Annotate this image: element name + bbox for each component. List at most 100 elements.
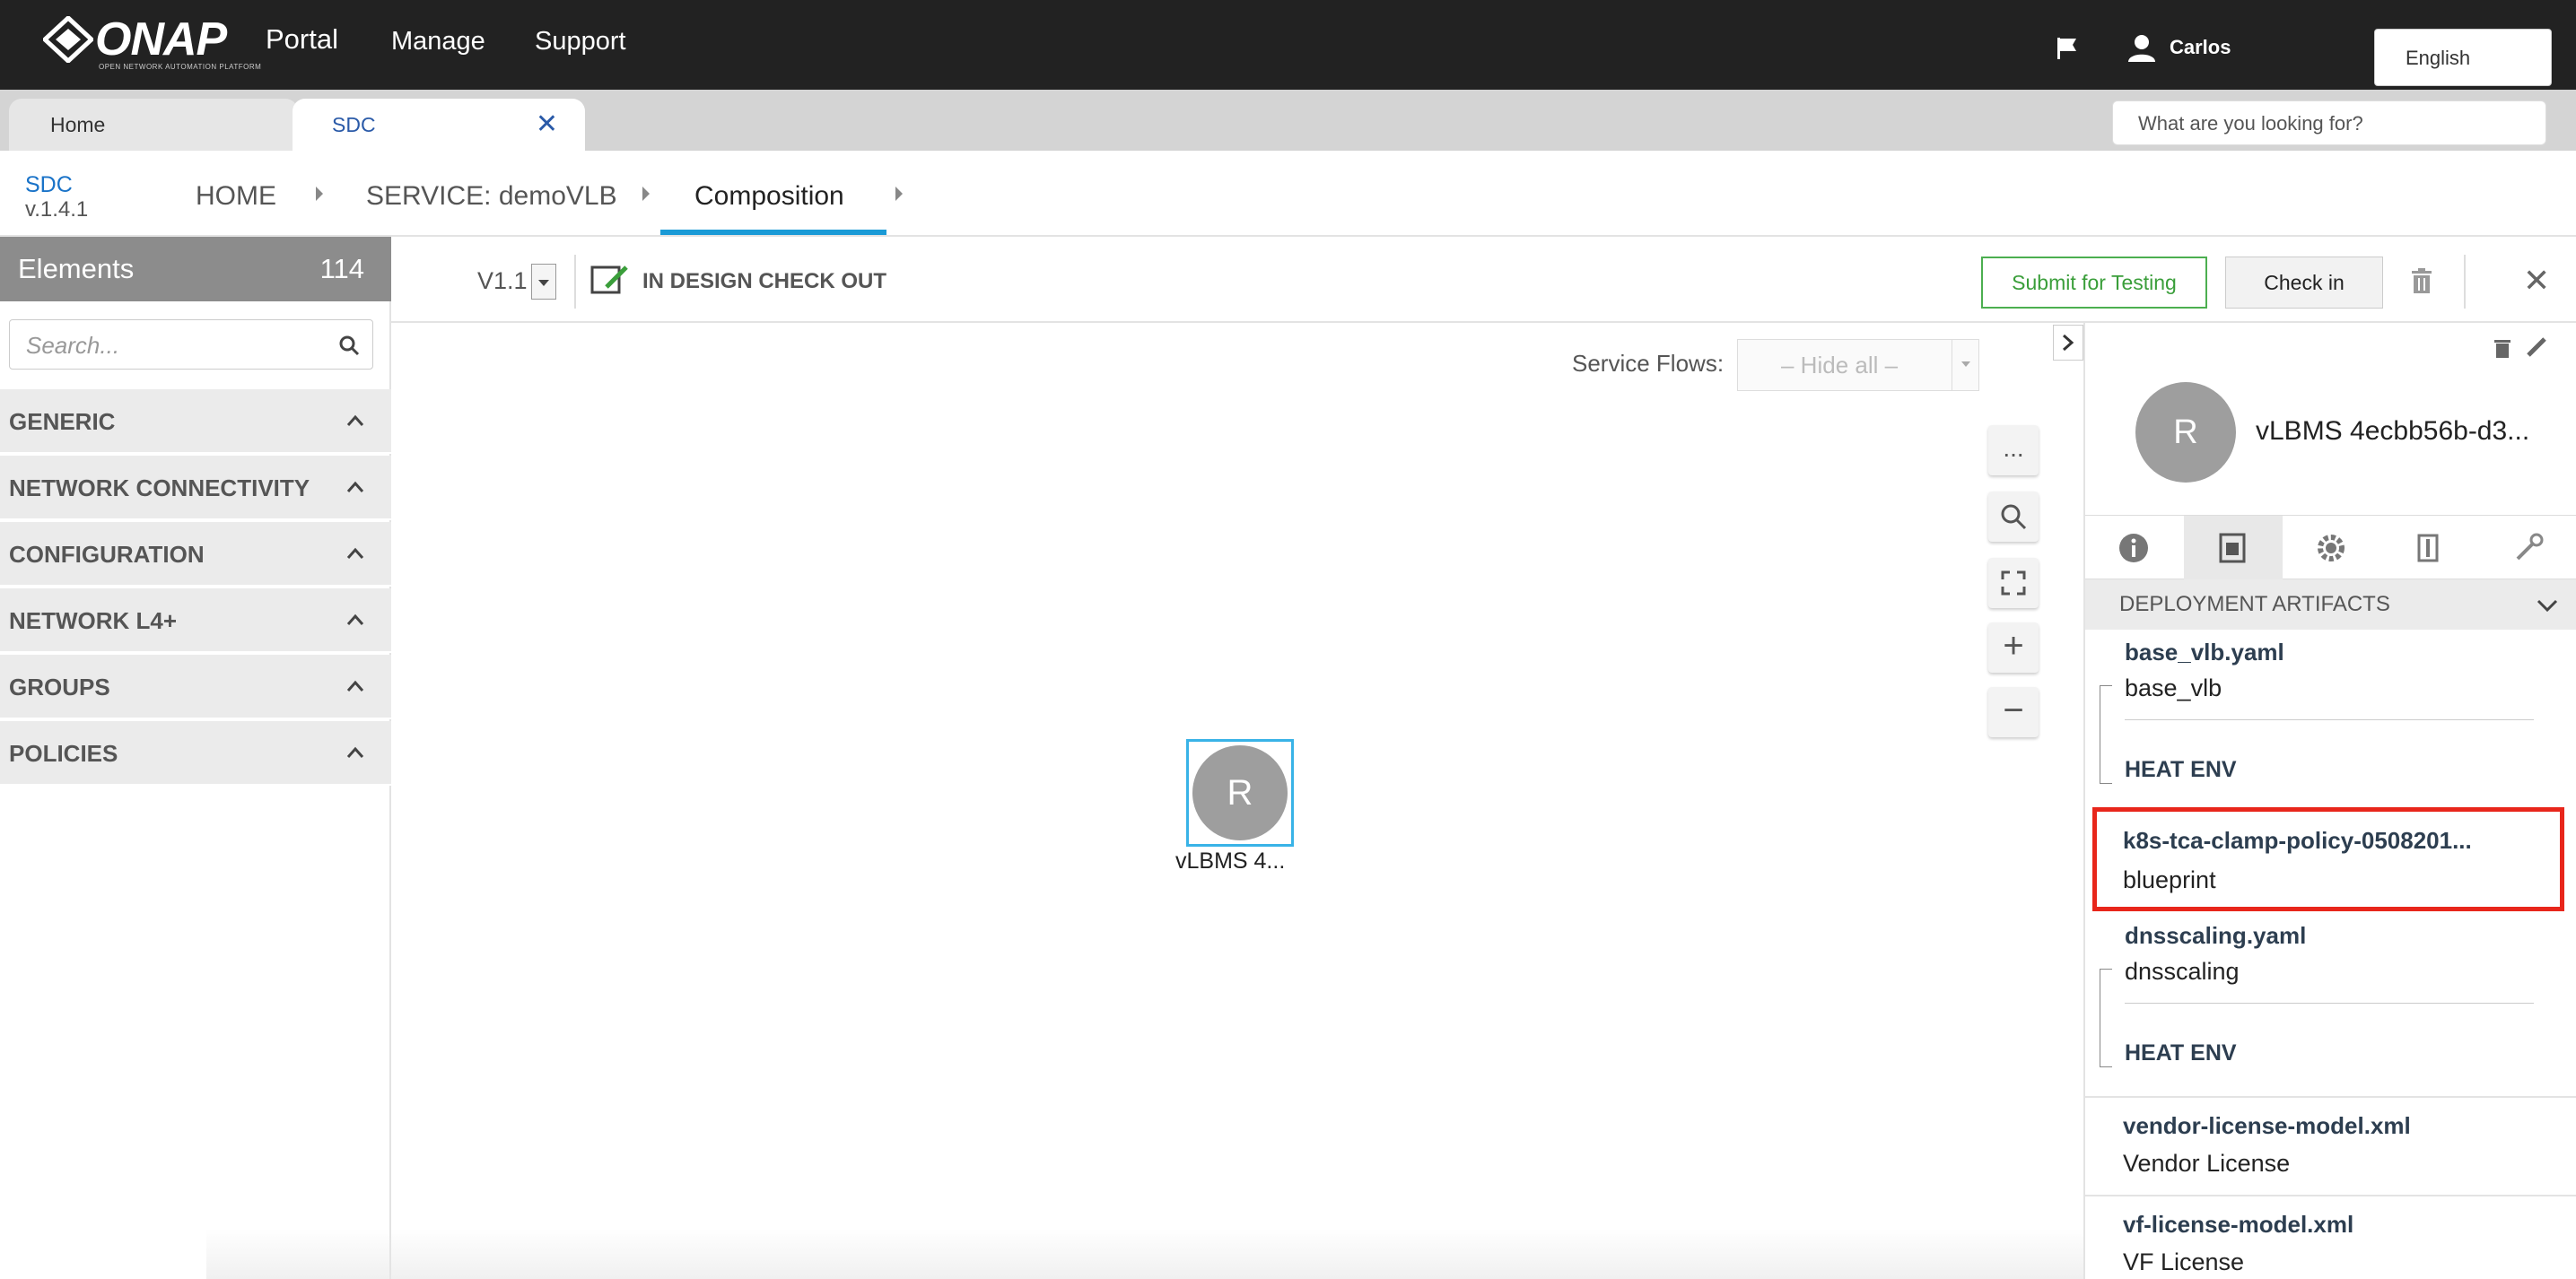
category-groups[interactable]: GROUPS: [0, 655, 391, 719]
chevron-up-icon: [346, 547, 364, 559]
artifact-bracket: [2100, 969, 2112, 1067]
heat-env-link[interactable]: HEAT ENV: [2125, 757, 2237, 783]
category-label: NETWORK CONNECTIVITY: [9, 474, 310, 501]
fit-to-screen-button[interactable]: [1988, 558, 2039, 608]
tab-home[interactable]: Home: [9, 99, 298, 151]
chevron-right-icon: [2063, 334, 2074, 352]
divider: [2125, 1003, 2534, 1004]
tab-artifacts[interactable]: [2184, 516, 2283, 580]
close-icon[interactable]: ✕: [536, 99, 558, 151]
category-configuration[interactable]: CONFIGURATION: [0, 522, 391, 587]
component-node-icon: R: [1192, 745, 1288, 840]
elements-search-placeholder: Search...: [26, 332, 120, 359]
elements-search-input[interactable]: Search...: [9, 319, 373, 370]
category-policies[interactable]: POLICIES: [0, 721, 391, 786]
trash-icon[interactable]: [2410, 267, 2433, 294]
chevron-right-icon: [316, 187, 323, 201]
category-label: POLICIES: [9, 740, 118, 767]
version-label: V1.1: [477, 267, 528, 294]
onap-logo-icon: [43, 16, 93, 63]
logo-text: ONAP: [95, 13, 227, 65]
global-search-input[interactable]: What are you looking for?: [2112, 100, 2546, 145]
category-network-connectivity[interactable]: NETWORK CONNECTIVITY: [0, 456, 391, 520]
divider: [2464, 255, 2466, 309]
category-label: GENERIC: [9, 408, 116, 435]
expand-icon: [2001, 570, 2026, 596]
logo-subtitle: OPEN NETWORK AUTOMATION PLATFORM: [99, 63, 262, 71]
elements-title: Elements: [18, 253, 135, 284]
user-menu[interactable]: Carlos: [2126, 32, 2231, 63]
breadcrumb-home[interactable]: HOME: [196, 181, 276, 212]
zoom-out-button[interactable]: −: [1988, 687, 2039, 737]
category-network-l4[interactable]: NETWORK L4+: [0, 588, 391, 653]
breadcrumb: SDC v.1.4.1 HOME SERVICE: demoVLB Compos…: [0, 151, 2576, 237]
artifact-type: VF License: [2123, 1249, 2245, 1275]
composition-canvas[interactable]: Service Flows: – Hide all – ... + − R vL…: [391, 323, 2083, 1279]
app-version: v.1.4.1: [25, 197, 89, 222]
divider: [2085, 1096, 2576, 1098]
tab-properties[interactable]: [2283, 516, 2381, 580]
trash-icon[interactable]: [2493, 337, 2512, 359]
elements-header: Elements 114: [0, 237, 391, 301]
breadcrumb-composition[interactable]: Composition: [694, 181, 844, 212]
category-label: GROUPS: [9, 674, 110, 700]
more-options-button[interactable]: ...: [1988, 425, 2039, 475]
active-crumb-underline: [660, 230, 886, 235]
chevron-up-icon: [346, 481, 364, 492]
collapse-panel-button[interactable]: [2053, 325, 2083, 361]
zoom-in-button[interactable]: +: [1988, 622, 2039, 673]
composition-toolbar: V1.1 IN DESIGN CHECK OUT Submit for Test…: [391, 237, 2576, 323]
service-flows-label: Service Flows:: [1572, 350, 1725, 377]
nav-manage[interactable]: Manage: [391, 27, 485, 57]
tab-relations[interactable]: [2480, 516, 2576, 580]
caret-down-icon: [1952, 340, 1978, 390]
panel-tabs: [2085, 515, 2576, 580]
divider: [2085, 1195, 2576, 1196]
artifact-name[interactable]: base_vlb.yaml: [2125, 639, 2284, 666]
tab-home-label: Home: [50, 113, 106, 136]
chevron-up-icon: [346, 746, 364, 758]
wrench-icon: [2516, 533, 2544, 561]
onap-logo[interactable]: ONAP OPEN NETWORK AUTOMATION PLATFORM: [43, 13, 261, 71]
chevron-up-icon: [346, 613, 364, 625]
pencil-icon[interactable]: [2525, 335, 2548, 359]
divider: [2125, 719, 2534, 720]
zoom-search-button[interactable]: [1988, 492, 2039, 542]
nav-support[interactable]: Support: [535, 27, 626, 57]
artifact-type: Vendor License: [2123, 1150, 2291, 1177]
chevron-right-icon: [895, 187, 903, 201]
artifact-name[interactable]: vf-license-model.xml: [2123, 1211, 2353, 1239]
chevron-up-icon: [346, 680, 364, 692]
component-node-label: vLBMS 4...: [1175, 848, 1286, 874]
divider: [574, 255, 576, 309]
language-select[interactable]: English: [2374, 29, 2552, 86]
check-in-button[interactable]: Check in: [2225, 257, 2383, 309]
service-flows-select[interactable]: – Hide all –: [1737, 339, 1979, 391]
tab-sdc[interactable]: SDC ✕: [293, 99, 585, 151]
search-icon: [2001, 504, 2027, 530]
highlight-annotation: [2092, 807, 2564, 911]
artifact-name[interactable]: vendor-license-model.xml: [2123, 1112, 2411, 1140]
chevron-down-icon: [2537, 599, 2558, 612]
version-dropdown[interactable]: [531, 264, 556, 300]
submit-for-testing-button[interactable]: Submit for Testing: [1981, 257, 2207, 309]
app-name: SDC: [25, 172, 73, 197]
component-avatar: R: [2135, 382, 2236, 483]
search-icon[interactable]: [338, 335, 360, 356]
artifact-bracket: [2100, 685, 2112, 784]
info-icon: [2119, 534, 2148, 562]
breadcrumb-service[interactable]: SERVICE: demoVLB: [366, 181, 617, 212]
artifact-name[interactable]: dnsscaling.yaml: [2125, 922, 2306, 950]
artifact-type: dnsscaling: [2125, 958, 2240, 985]
category-label: NETWORK L4+: [9, 607, 178, 634]
flag-icon[interactable]: [2055, 36, 2078, 61]
tab-api[interactable]: [2381, 516, 2480, 580]
deployment-artifacts-header[interactable]: DEPLOYMENT ARTIFACTS: [2085, 579, 2576, 630]
component-node[interactable]: R: [1186, 739, 1294, 847]
checkout-icon: [590, 265, 628, 294]
caret-down-icon: [538, 280, 549, 286]
category-generic[interactable]: GENERIC: [0, 389, 391, 454]
tab-info[interactable]: [2085, 516, 2184, 580]
close-icon[interactable]: ✕: [2523, 262, 2550, 300]
heat-env-link[interactable]: HEAT ENV: [2125, 1040, 2237, 1066]
